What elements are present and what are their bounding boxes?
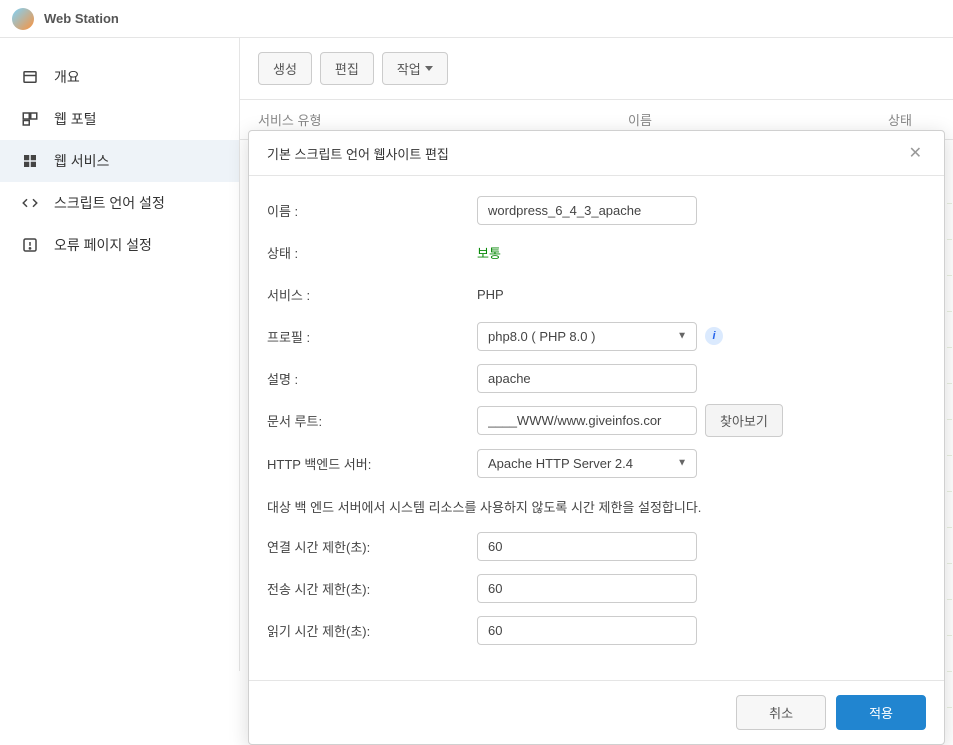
action-label: 작업 — [397, 59, 421, 78]
name-input[interactable] — [477, 196, 697, 225]
timeout-help-text: 대상 백 엔드 서버에서 시스템 리소스를 사용하지 않도록 시간 제한을 설정… — [267, 497, 926, 516]
sidebar-item-errorpage[interactable]: 오류 페이지 설정 — [0, 224, 239, 266]
status-value: 보통 — [477, 243, 501, 262]
label-description: 설명 : — [267, 369, 477, 388]
row-name: 이름 : — [267, 194, 926, 226]
connect-timeout-input[interactable] — [477, 532, 697, 561]
row-send-timeout: 전송 시간 제한(초): — [267, 572, 926, 604]
row-status: 상태 : 보통 — [267, 236, 926, 268]
service-value: PHP — [477, 287, 504, 302]
modal-footer: 취소 적용 — [249, 680, 944, 744]
modal-title: 기본 스크립트 언어 웹사이트 편집 — [267, 144, 449, 163]
description-input[interactable] — [477, 364, 697, 393]
sidebar-item-label: 오류 페이지 설정 — [54, 235, 152, 255]
th-status[interactable]: 상태 — [888, 110, 935, 129]
sidebar-item-label: 웹 포털 — [54, 109, 97, 129]
backend-select[interactable]: Apache HTTP Server 2.4 ▼ — [477, 449, 697, 478]
label-connect-timeout: 연결 시간 제한(초): — [267, 537, 477, 556]
cancel-button[interactable]: 취소 — [736, 695, 826, 730]
backend-select-value: Apache HTTP Server 2.4 — [477, 449, 697, 478]
sidebar-item-script[interactable]: 스크립트 언어 설정 — [0, 182, 239, 224]
send-timeout-input[interactable] — [477, 574, 697, 603]
th-name[interactable]: 이름 — [628, 110, 888, 129]
row-backend: HTTP 백엔드 서버: Apache HTTP Server 2.4 ▼ — [267, 447, 926, 479]
edit-website-modal: 기본 스크립트 언어 웹사이트 편집 ✕ 이름 : 상태 : 보통 서비스 : … — [248, 130, 945, 745]
background-stripes — [947, 168, 952, 708]
sidebar-item-label: 개요 — [54, 67, 80, 87]
label-send-timeout: 전송 시간 제한(초): — [267, 579, 477, 598]
edit-button[interactable]: 편집 — [320, 52, 374, 85]
portal-icon — [20, 109, 40, 129]
title-bar: Web Station — [0, 0, 953, 38]
info-icon[interactable]: i — [705, 327, 723, 345]
sidebar-item-overview[interactable]: 개요 — [0, 56, 239, 98]
code-icon — [20, 193, 40, 213]
label-backend: HTTP 백엔드 서버: — [267, 454, 477, 473]
alert-icon — [20, 235, 40, 255]
close-icon[interactable]: ✕ — [905, 143, 926, 163]
app-title: Web Station — [44, 11, 119, 26]
th-service-type[interactable]: 서비스 유형 — [258, 110, 628, 129]
toolbar: 생성 편집 작업 — [240, 38, 953, 99]
label-read-timeout: 읽기 시간 제한(초): — [267, 621, 477, 640]
label-profile: 프로필 : — [267, 327, 477, 346]
read-timeout-input[interactable] — [477, 616, 697, 645]
apply-button[interactable]: 적용 — [836, 695, 926, 730]
create-button[interactable]: 생성 — [258, 52, 312, 85]
label-name: 이름 : — [267, 201, 477, 220]
chevron-down-icon — [425, 66, 433, 71]
action-button[interactable]: 작업 — [382, 52, 448, 85]
sidebar: 개요 웹 포털 웹 서비스 스크립트 언어 설정 오류 페이지 설정 — [0, 38, 240, 671]
app-logo-icon — [12, 8, 34, 30]
browse-button[interactable]: 찾아보기 — [705, 404, 783, 437]
label-status: 상태 : — [267, 243, 477, 262]
label-docroot: 문서 루트: — [267, 411, 477, 430]
profile-select-value: php8.0 ( PHP 8.0 ) — [477, 322, 697, 351]
row-profile: 프로필 : php8.0 ( PHP 8.0 ) ▼ i — [267, 320, 926, 352]
docroot-input[interactable] — [477, 406, 697, 435]
row-description: 설명 : — [267, 362, 926, 394]
row-docroot: 문서 루트: 찾아보기 — [267, 404, 926, 437]
modal-body: 이름 : 상태 : 보통 서비스 : PHP 프로필 : php8.0 ( PH… — [249, 176, 944, 680]
label-service: 서비스 : — [267, 285, 477, 304]
profile-select[interactable]: php8.0 ( PHP 8.0 ) ▼ — [477, 322, 697, 351]
row-read-timeout: 읽기 시간 제한(초): — [267, 614, 926, 646]
row-connect-timeout: 연결 시간 제한(초): — [267, 530, 926, 562]
overview-icon — [20, 67, 40, 87]
modal-header: 기본 스크립트 언어 웹사이트 편집 ✕ — [249, 131, 944, 176]
sidebar-item-label: 웹 서비스 — [54, 151, 109, 171]
grid-icon — [20, 151, 40, 171]
sidebar-item-webservice[interactable]: 웹 서비스 — [0, 140, 239, 182]
sidebar-item-webportal[interactable]: 웹 포털 — [0, 98, 239, 140]
row-service: 서비스 : PHP — [267, 278, 926, 310]
sidebar-item-label: 스크립트 언어 설정 — [54, 193, 165, 213]
